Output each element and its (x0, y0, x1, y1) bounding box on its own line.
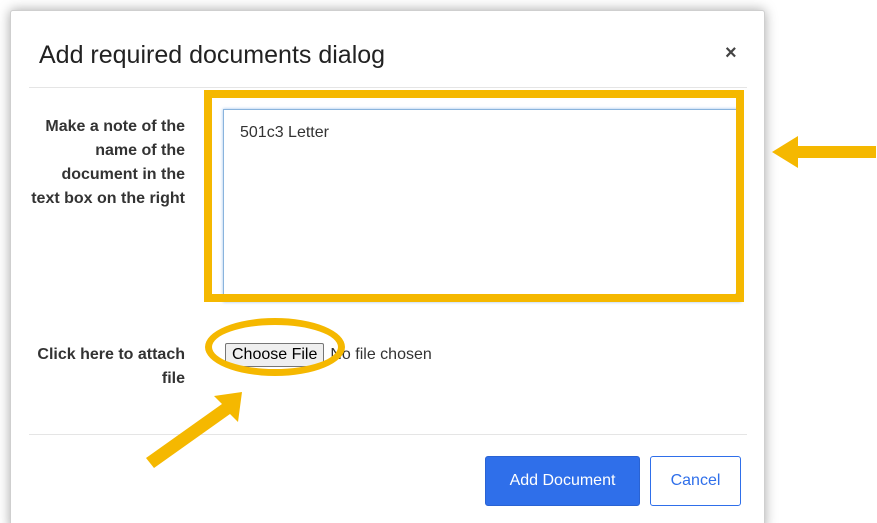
footer-divider (29, 434, 747, 435)
header-divider (29, 87, 747, 88)
add-documents-dialog: Add required documents dialog × Make a n… (10, 10, 765, 523)
note-field-label: Make a note of the name of the document … (31, 118, 185, 207)
close-icon[interactable]: × (725, 43, 737, 63)
screenshot-stage: Add required documents dialog × Make a n… (0, 0, 877, 523)
resize-grip-icon[interactable] (729, 289, 739, 299)
file-status-text: No file chosen (330, 346, 432, 363)
add-document-button[interactable]: Add Document (485, 456, 640, 506)
document-name-textarea[interactable]: 501c3 Letter (223, 109, 741, 302)
attach-field-label: Click here to attach file (37, 346, 185, 387)
file-input[interactable]: Choose File No file chosen (225, 342, 432, 368)
cancel-button[interactable]: Cancel (650, 456, 741, 506)
choose-file-button[interactable]: Choose File (225, 343, 325, 367)
arrow-icon-right (772, 136, 876, 168)
dialog-title: Add required documents dialog (39, 41, 386, 69)
